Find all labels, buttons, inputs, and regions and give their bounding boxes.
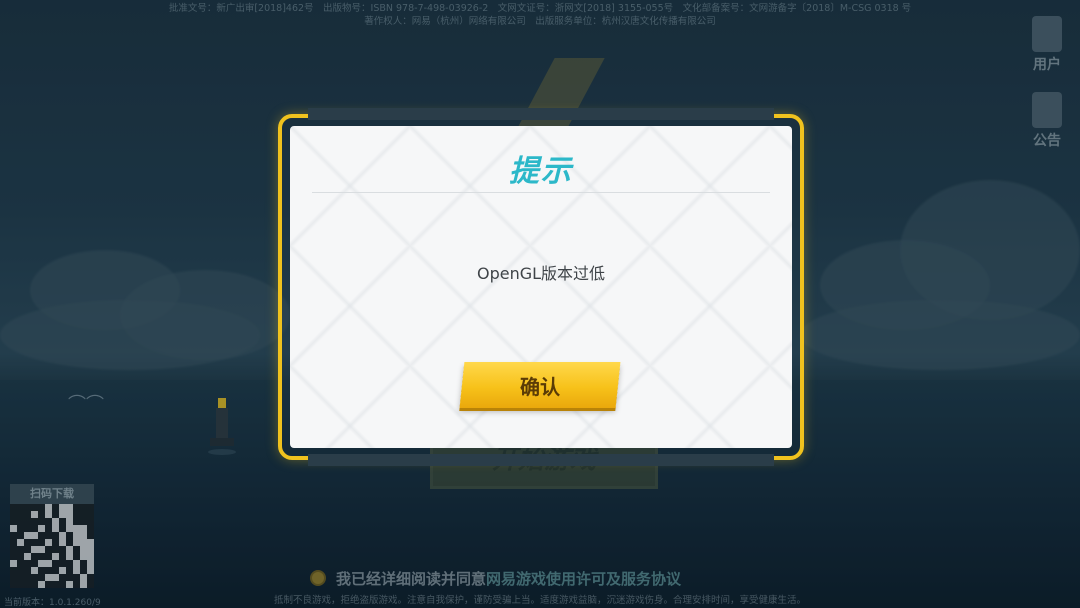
dialog-title: 提示 <box>509 154 573 189</box>
confirm-button-label: 确认 <box>520 374 560 399</box>
frame-gap <box>308 108 774 120</box>
dialog-divider <box>312 192 770 193</box>
dialog-message: OpenGL版本过低 <box>476 264 606 283</box>
alert-dialog: 提示 OpenGL版本过低 确认 <box>278 108 804 466</box>
confirm-button[interactable]: 确认 <box>459 362 621 408</box>
frame-gap <box>308 454 774 466</box>
dialog-panel: 提示 OpenGL版本过低 确认 <box>290 126 792 448</box>
